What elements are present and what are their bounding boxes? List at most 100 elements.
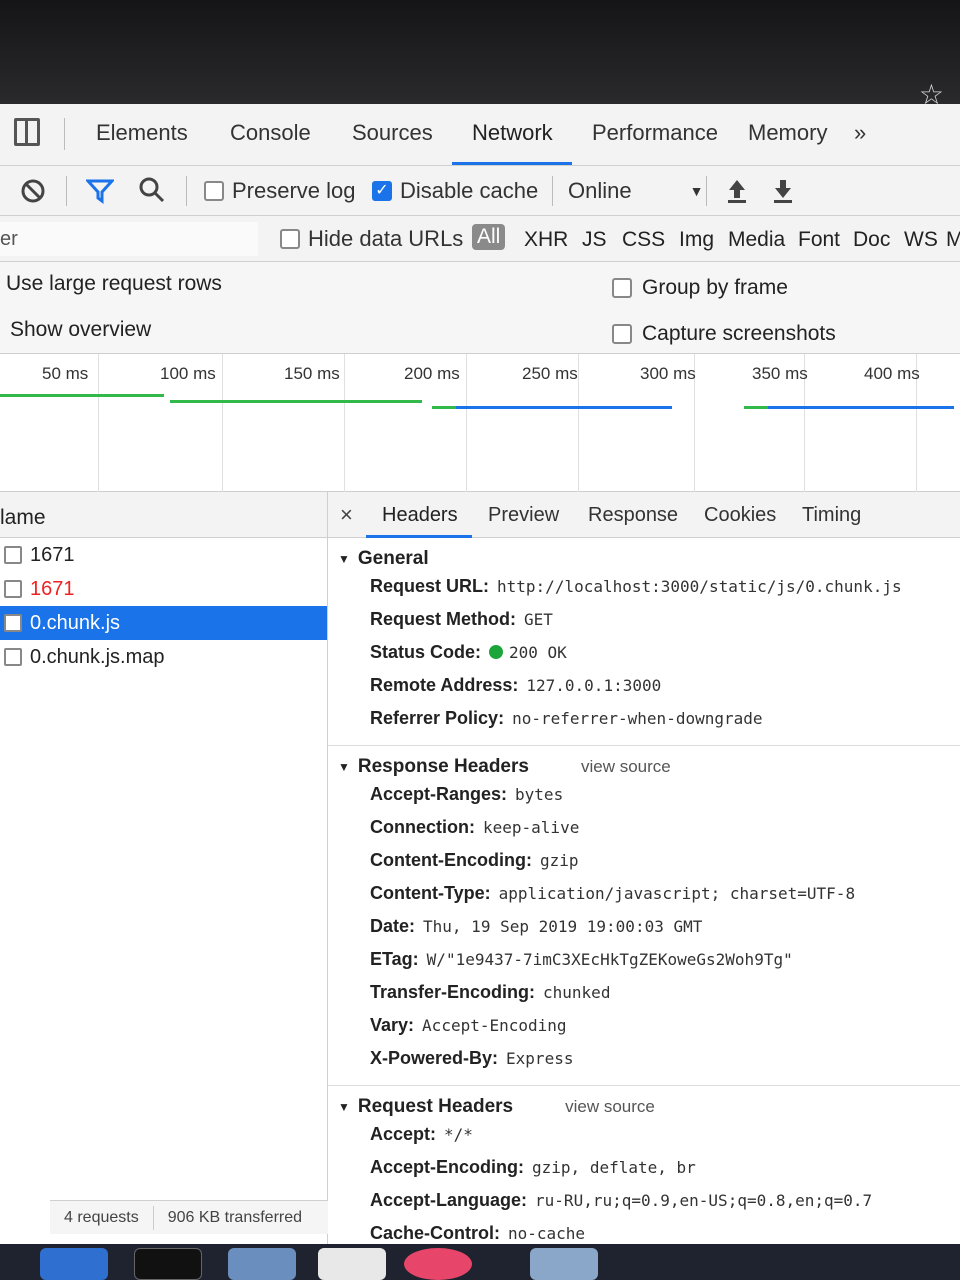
header-value: ru-RU,ru;q=0.9,en-US;q=0.8,en;q=0.7 [535,1191,873,1210]
hide-data-urls-toggle[interactable]: Hide data URLs [280,226,463,252]
capture-screenshots-label: Capture screenshots [642,322,836,345]
tab-headers[interactable]: Headers [382,504,458,527]
group-by-frame-label: Group by frame [642,276,788,299]
header-value: http://localhost:3000/static/js/0.chunk.… [497,577,902,596]
section-title: Response Headers [357,756,529,777]
devtools-tab-bar: Elements Console Sources Network Perform… [0,104,960,166]
view-source-link[interactable]: view source [581,757,671,777]
disable-cache-toggle[interactable]: ✓ Disable cache [372,178,538,204]
capture-screenshots-setting[interactable]: Capture screenshots [612,322,836,346]
filter-input[interactable]: er [0,222,258,256]
request-name: 0.chunk.js [30,611,121,634]
tab-sources[interactable]: Sources [352,120,433,146]
timeline-tick: 150 ms [284,364,340,383]
preserve-log-toggle[interactable]: Preserve log [204,178,356,204]
more-tabs-icon[interactable]: » [854,120,866,146]
close-icon[interactable]: × [340,502,353,528]
header-key: Request Method: [370,609,516,629]
group-by-frame-setting[interactable]: Group by frame [612,276,788,300]
xcode-app-icon[interactable] [40,1248,108,1280]
throttling-select[interactable]: Online ▼ [568,178,703,204]
header-value: */* [444,1125,473,1144]
header-value: W/"1e9437-7imC3XEcHkTgZEKoweGs2Woh9Tg" [426,950,793,969]
filter-icon[interactable] [86,178,114,204]
tab-network[interactable]: Network [472,120,553,146]
preview-app-icon[interactable] [530,1248,598,1280]
header-row: Accept-Encoding: gzip, deflate, br [328,1151,960,1184]
import-har-icon[interactable] [726,178,748,204]
terminal-app-icon[interactable] [134,1248,202,1280]
tab-cookies[interactable]: Cookies [704,504,776,527]
filter-type-font[interactable]: Font [798,228,840,252]
tab-elements[interactable]: Elements [96,120,188,146]
chevron-down-icon: ▼ [689,183,704,199]
filter-type-all[interactable]: All [472,224,506,250]
filter-type-doc[interactable]: Doc [853,228,890,252]
request-headers-toggle[interactable]: ▼ Request Headers view source [328,1096,960,1118]
header-value: gzip [539,851,579,870]
filter-type-manifest[interactable]: M [946,228,960,252]
tab-performance[interactable]: Performance [592,120,718,146]
hide-data-urls-checkbox[interactable] [280,229,300,249]
search-icon[interactable] [138,176,166,204]
request-count: 4 requests [64,1208,139,1226]
header-key: Accept-Language: [370,1190,528,1210]
header-value: bytes [515,785,564,804]
filter-type-img[interactable]: Img [679,228,714,252]
export-har-icon[interactable] [772,178,794,204]
disable-cache-label: Disable cache [400,178,539,203]
filter-type-css[interactable]: CSS [622,228,665,252]
header-value: no-referrer-when-downgrade [512,709,763,728]
filter-type-ws[interactable]: WS [904,228,938,252]
music-app-icon[interactable] [404,1248,472,1280]
clear-icon[interactable] [20,178,46,204]
timeline-gridline [222,354,223,492]
group-by-frame-checkbox[interactable] [612,278,632,298]
status-bar: 4 requests 906 KB transferred [50,1200,340,1234]
disable-cache-checkbox[interactable]: ✓ [372,181,392,201]
document-app-icon[interactable] [318,1248,386,1280]
tab-response[interactable]: Response [588,504,678,527]
header-key: Status Code: [370,642,482,662]
timeline-bar [432,406,456,409]
tab-memory[interactable]: Memory [748,120,827,146]
timeline-gridline [578,354,579,492]
header-key: X-Powered-By: [370,1048,499,1068]
request-row[interactable]: 0.chunk.js [0,606,327,640]
filter-type-js[interactable]: JS [582,228,607,252]
header-value: GET [524,610,553,629]
response-headers-toggle[interactable]: ▼ Response Headers view source [328,756,960,778]
timeline-tick: 250 ms [522,364,578,383]
request-row[interactable]: 1671 [0,538,327,572]
dock [0,1244,960,1280]
mail-app-icon[interactable] [228,1248,296,1280]
toolbar-separator [706,176,707,206]
request-name: 1671 [30,543,75,566]
timeline-bar [456,406,672,409]
request-row[interactable]: 1671 [0,572,327,606]
timeline-overview[interactable]: 50 ms 100 ms 150 ms 200 ms 250 ms 300 ms… [0,354,960,492]
tab-console[interactable]: Console [230,120,311,146]
general-section-toggle[interactable]: ▼ General [328,548,960,570]
timeline-tick: 350 ms [752,364,808,383]
name-column-header[interactable]: lame [0,492,327,538]
header-row: Cache-Control: no-cache [328,1217,960,1244]
view-source-link[interactable]: view source [565,1097,655,1117]
tab-timing[interactable]: Timing [802,504,861,527]
file-icon [4,580,22,598]
device-toolbar-icon[interactable] [14,118,40,146]
preserve-log-checkbox[interactable] [204,181,224,201]
header-key: Content-Encoding: [370,850,532,870]
request-row[interactable]: 0.chunk.js.map [0,640,327,674]
large-rows-setting[interactable]: Use large request rows [6,272,222,296]
header-key: Accept-Ranges: [370,784,508,804]
show-overview-setting[interactable]: Show overview [10,318,151,342]
section-title: Request Headers [357,1096,514,1117]
request-name: 1671 [30,577,75,600]
capture-screenshots-checkbox[interactable] [612,324,632,344]
active-tab-indicator [452,162,572,165]
tab-preview[interactable]: Preview [488,504,559,527]
filter-type-media[interactable]: Media [728,228,785,252]
header-row: Referrer Policy: no-referrer-when-downgra… [328,702,960,735]
filter-type-xhr[interactable]: XHR [524,228,568,252]
